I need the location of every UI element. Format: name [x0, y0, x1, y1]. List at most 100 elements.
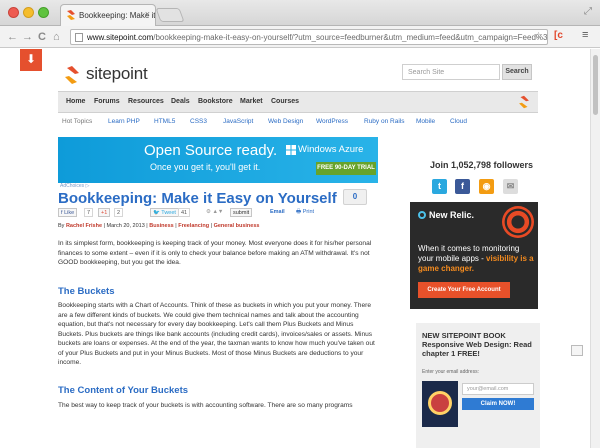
email-label: Enter your email address:: [422, 369, 479, 375]
page-scrollbar[interactable]: [590, 49, 600, 448]
banner-subtitle: Once you get it, you'll get it.: [150, 162, 261, 172]
nav-market[interactable]: Market: [240, 98, 263, 105]
tab-strip: Bookkeeping: Make it Eas × ⤢: [0, 0, 600, 26]
window-zoom-button[interactable]: [38, 7, 49, 18]
site-search-input[interactable]: Search Site: [402, 64, 500, 80]
page-viewport: ⬇ sitepoint Search Site Search Home Foru…: [0, 49, 590, 448]
category-link[interactable]: General business: [214, 223, 260, 229]
windows-logo-icon: [286, 145, 296, 155]
tab-close-icon[interactable]: ×: [145, 9, 150, 19]
comment-count-badge[interactable]: 0: [343, 189, 367, 205]
section-heading: The Buckets: [58, 286, 115, 297]
nav-home[interactable]: Home: [66, 98, 85, 105]
nav-resources[interactable]: Resources: [128, 98, 164, 105]
url-path: /bookkeeping-make-it-easy-on-yourself/?u…: [153, 33, 548, 42]
topic-link[interactable]: Web Design: [268, 118, 303, 125]
like-label: Like: [64, 210, 75, 216]
category-link[interactable]: Business: [149, 223, 173, 229]
banner-title: Open Source ready.: [144, 142, 278, 159]
tweet-label: Tweet: [161, 210, 176, 216]
topic-link[interactable]: JavaScript: [223, 118, 253, 125]
rss-icon[interactable]: ◉: [479, 179, 494, 194]
newrelic-dot-icon: [418, 211, 426, 219]
back-button[interactable]: ←: [7, 30, 18, 44]
article-paragraph: The best way to keep track of your bucke…: [58, 402, 353, 409]
newrelic-text: When it comes to monitoring your mobile …: [418, 244, 536, 274]
facebook-icon[interactable]: f: [455, 179, 470, 194]
forward-button[interactable]: →: [22, 30, 33, 44]
email-link[interactable]: Email: [270, 208, 285, 217]
browser-tab[interactable]: Bookkeeping: Make it Eas ×: [60, 4, 156, 26]
fullscreen-icon[interactable]: ⤢: [584, 6, 592, 17]
logo-text: sitepoint: [86, 64, 148, 83]
print-link[interactable]: 🖶 Print: [296, 208, 314, 217]
newrelic-eye-icon: [502, 206, 534, 238]
mail-icon[interactable]: ✉: [503, 179, 518, 194]
newrelic-logo: New Relic.: [418, 210, 474, 220]
newrelic-ad[interactable]: New Relic. When it comes to monitoring y…: [410, 202, 538, 309]
publish-date: March 20, 2013: [106, 223, 145, 229]
article-byline: By Rachel Frishe | March 20, 2013 | Busi…: [58, 223, 260, 229]
share-bar: f Like 7 +1 2 🐦 Tweet 41 ⚙ ▲▼ submit Ema…: [58, 208, 358, 218]
tweet-count: 41: [178, 208, 191, 217]
article-title[interactable]: Bookkeeping: Make it Easy on Yourself: [58, 190, 337, 207]
url-host: www.sitepoint.com: [87, 33, 154, 42]
section-heading: The Content of Your Buckets: [58, 385, 189, 396]
topic-link[interactable]: HTML5: [154, 118, 175, 125]
newrelic-brand: New Relic.: [429, 210, 475, 220]
bookmark-star-icon[interactable]: ☆: [534, 31, 543, 42]
window-minimize-button[interactable]: [23, 7, 34, 18]
new-tab-button[interactable]: [155, 8, 185, 22]
gplus-button[interactable]: +1: [98, 208, 111, 217]
search-button[interactable]: Search: [502, 64, 532, 80]
address-bar[interactable]: www.sitepoint.com/bookkeeping-make-it-ea…: [70, 29, 548, 45]
topic-link[interactable]: WordPress: [316, 118, 348, 125]
topic-link[interactable]: CSS3: [190, 118, 207, 125]
sitepoint-mark-icon: [519, 95, 529, 109]
article-intro: In its simplest form, bookkeeping is kee…: [58, 240, 372, 266]
extension-icon[interactable]: [c: [554, 30, 570, 44]
topic-link[interactable]: Learn PHP: [108, 118, 140, 125]
email-input[interactable]: your@email.com: [462, 383, 534, 395]
azure-banner-ad[interactable]: Open Source ready. Once you get it, you'…: [58, 137, 378, 183]
feedback-icon[interactable]: [571, 345, 583, 356]
twitter-icon[interactable]: t: [432, 179, 447, 194]
topic-link[interactable]: Mobile: [416, 118, 435, 125]
browser-toolbar: ← → C ⌂ www.sitepoint.com/bookkeeping-ma…: [0, 26, 600, 48]
reload-button[interactable]: C: [38, 30, 46, 44]
topic-link[interactable]: Cloud: [450, 118, 467, 125]
nav-bookstore[interactable]: Bookstore: [198, 98, 233, 105]
home-button[interactable]: ⌂: [53, 30, 60, 44]
category-link[interactable]: Freelancing: [178, 223, 209, 229]
banner-brand: Windows Azure: [298, 144, 364, 155]
stumble-icon[interactable]: ⚙ ▲▼: [206, 208, 223, 217]
book-promo: NEW SITEPOINT BOOK Responsive Web Design…: [416, 323, 540, 448]
book-heading: NEW SITEPOINT BOOK Responsive Web Design…: [422, 331, 532, 358]
tweet-button[interactable]: 🐦 Tweet: [150, 208, 179, 217]
create-account-button[interactable]: Create Your Free Account: [418, 282, 510, 298]
hot-topics-bar: Hot Topics Learn PHP HTML5 CSS3 JavaScri…: [58, 114, 538, 130]
byline-by: By: [58, 223, 65, 229]
book-cover-image: [422, 381, 458, 427]
author-link[interactable]: Rachel Frishe: [66, 223, 102, 229]
topic-link[interactable]: Ruby on Rails: [364, 118, 404, 125]
adchoices-link[interactable]: AdChoices ▷: [60, 183, 89, 189]
hot-topics-label: Hot Topics: [62, 118, 93, 125]
claim-now-button[interactable]: Claim NOW!: [462, 398, 534, 410]
gplus-count: 2: [114, 208, 124, 217]
like-count: 7: [84, 208, 94, 217]
sitepoint-favicon-icon: [67, 10, 75, 20]
submit-button[interactable]: submit: [230, 208, 253, 217]
nav-courses[interactable]: Courses: [271, 98, 299, 105]
chrome-menu-icon[interactable]: ≡: [582, 29, 588, 41]
window-close-button[interactable]: [8, 7, 19, 18]
print-label: Print: [302, 209, 315, 215]
free-trial-button[interactable]: FREE 90-DAY TRIAL: [316, 162, 376, 175]
bookmark-flag-icon[interactable]: ⬇: [20, 49, 42, 71]
browser-window: Bookkeeping: Make it Eas × ⤢ ← → C ⌂ www…: [0, 0, 600, 448]
facebook-like-button[interactable]: f Like: [58, 208, 78, 217]
scroll-thumb[interactable]: [593, 55, 598, 115]
article-paragraph: Bookkeeping starts with a Chart of Accou…: [58, 302, 375, 366]
nav-deals[interactable]: Deals: [171, 98, 190, 105]
nav-forums[interactable]: Forums: [94, 98, 120, 105]
